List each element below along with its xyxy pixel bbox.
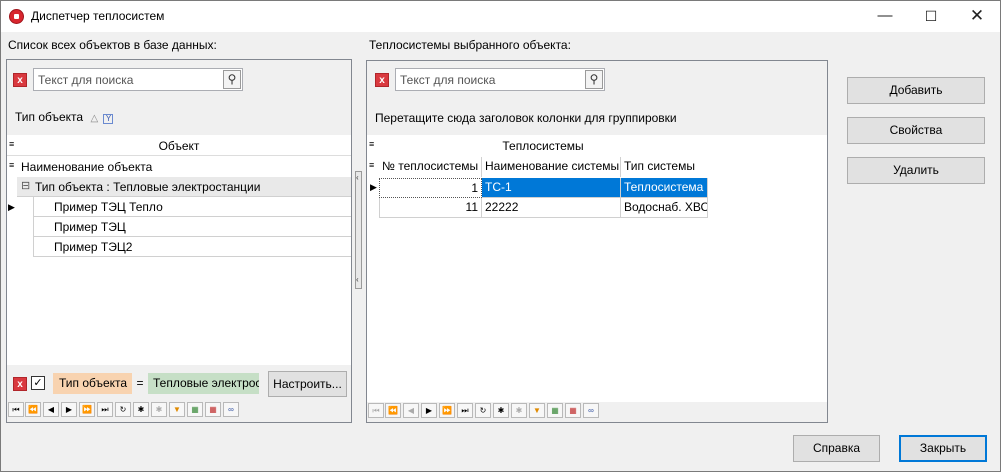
object-band-header[interactable]: ≡ Объект — [7, 136, 351, 156]
search-icon[interactable]: ⚲ — [585, 70, 603, 89]
export-icon[interactable]: ▦ — [547, 403, 563, 418]
list-item[interactable]: Пример ТЭЦ Тепло — [33, 197, 351, 217]
column-header-name[interactable]: Наименование системы — [482, 157, 621, 177]
maximize-icon[interactable]: ☐ — [908, 1, 954, 32]
funnel-icon[interactable]: ▼ — [529, 403, 545, 418]
objects-search-input[interactable]: Текст для поиска ⚲ — [33, 68, 243, 91]
nav-first-icon[interactable]: ⏮ — [8, 402, 24, 417]
search-placeholder: Текст для поиска — [38, 73, 134, 87]
current-row-indicator-icon: ▶ — [370, 182, 377, 192]
collapse-icon[interactable]: ⊟ — [21, 179, 30, 192]
close-button[interactable]: Закрыть — [899, 435, 987, 462]
insert-icon[interactable]: ✱ — [133, 402, 149, 417]
cell-name[interactable]: ТС-1 — [482, 178, 621, 198]
insert-icon[interactable]: ✱ — [493, 403, 509, 418]
objects-panel: x Текст для поиска ⚲ Тип объекта △ Y ≡ О… — [6, 59, 352, 423]
filter-field-chip[interactable]: Тип объекта — [53, 373, 132, 394]
column-header-num[interactable]: № теплосистемы — [379, 157, 482, 177]
nav-prev-icon[interactable]: ◀ — [43, 402, 59, 417]
nav-first-icon[interactable]: ⏮ — [368, 403, 384, 418]
filter-operator[interactable]: = — [135, 373, 145, 394]
cell-num[interactable]: 1 — [379, 178, 482, 198]
group-chip-label: Тип объекта — [15, 110, 84, 124]
group-row[interactable]: ⊟ Тип объекта : Тепловые электростанции — [17, 177, 351, 197]
filter-enabled-checkbox[interactable]: ✓ — [31, 376, 45, 390]
nav-prev-page-icon[interactable]: ⏪ — [385, 403, 401, 418]
binoculars-icon[interactable]: ∞ — [583, 403, 599, 418]
minimize-icon[interactable]: — — [862, 1, 908, 32]
list-item[interactable]: Пример ТЭЦ2 — [33, 237, 351, 257]
left-panel-label: Список всех объектов в базе данных: — [8, 38, 217, 52]
name-column-header[interactable]: ≡ Наименование объекта — [7, 157, 351, 177]
search-icon[interactable]: ⚲ — [223, 70, 241, 89]
search-placeholder: Текст для поиска — [400, 73, 496, 87]
grid-icon[interactable]: ▦ — [205, 402, 221, 417]
arrow-left-icon[interactable]: ‹ — [356, 173, 359, 182]
title-bar: Диспетчер теплосистем — ☐ ✕ — [1, 1, 1000, 32]
clear-search-button[interactable]: x — [375, 73, 389, 87]
column-chooser-icon[interactable]: ≡ — [369, 160, 374, 170]
group-row-label: Тип объекта : Тепловые электростанции — [35, 180, 261, 194]
clear-filter-button[interactable]: x — [13, 377, 27, 391]
funnel-icon[interactable]: ▼ — [169, 402, 185, 417]
nav-last-icon[interactable]: ⏭ — [97, 402, 113, 417]
group-by-hint: Перетащите сюда заголовок колонки для гр… — [375, 111, 677, 125]
cell-num[interactable]: 11 — [379, 198, 482, 218]
splitter-handle[interactable]: ‹ ‹ — [354, 171, 363, 289]
nav-next-page-icon[interactable]: ⏩ — [439, 403, 455, 418]
export-icon[interactable]: ▦ — [187, 402, 203, 417]
delete-button[interactable]: Удалить — [847, 157, 985, 184]
systems-band-header[interactable]: ≡ Теплосистемы — [367, 136, 711, 156]
filter-icon[interactable]: Y — [103, 114, 114, 124]
arrow-left-icon[interactable]: ‹ — [356, 275, 359, 284]
help-button[interactable]: Справка — [793, 435, 880, 462]
nav-last-icon[interactable]: ⏭ — [457, 403, 473, 418]
cell-type[interactable]: Водоснаб. ХВС — [621, 198, 708, 218]
refresh-icon[interactable]: ↻ — [475, 403, 491, 418]
close-window-icon[interactable]: ✕ — [954, 1, 1000, 32]
nav-prev-icon[interactable]: ◀ — [403, 403, 419, 418]
heat-systems-panel: x Текст для поиска ⚲ Перетащите сюда заг… — [366, 60, 828, 423]
column-header-object: Объект — [158, 139, 200, 153]
band-header-label: Теплосистемы — [502, 139, 584, 153]
delete-record-icon[interactable]: ✱ — [511, 403, 527, 418]
nav-next-icon[interactable]: ▶ — [61, 402, 77, 417]
properties-button[interactable]: Свойства — [847, 117, 985, 144]
column-chooser-icon[interactable]: ≡ — [369, 139, 374, 149]
name-column-label: Наименование объекта — [21, 160, 153, 174]
binoculars-icon[interactable]: ∞ — [223, 402, 239, 417]
grid-icon[interactable]: ▦ — [565, 403, 581, 418]
column-chooser-icon[interactable]: ≡ — [9, 160, 14, 170]
delete-record-icon[interactable]: ✱ — [151, 402, 167, 417]
refresh-icon[interactable]: ↻ — [115, 402, 131, 417]
nav-prev-page-icon[interactable]: ⏪ — [25, 402, 41, 417]
systems-search-input[interactable]: Текст для поиска ⚲ — [395, 68, 605, 91]
current-row-indicator-icon: ▶ — [8, 202, 15, 212]
app-icon — [9, 9, 24, 24]
clear-search-button[interactable]: x — [13, 73, 27, 87]
configure-filter-button[interactable]: Настроить... — [268, 371, 347, 397]
column-header-type[interactable]: Тип системы — [621, 157, 708, 177]
systems-column-headers: ≡ № теплосистемы Наименование системы Ти… — [367, 157, 827, 177]
list-item-label: Пример ТЭЦ Тепло — [54, 200, 163, 214]
nav-next-page-icon[interactable]: ⏩ — [79, 402, 95, 417]
list-item[interactable]: Пример ТЭЦ — [33, 217, 351, 237]
cell-type[interactable]: Теплосистема — [621, 178, 708, 198]
add-button[interactable]: Добавить — [847, 77, 985, 104]
main-window: Диспетчер теплосистем — ☐ ✕ Список всех … — [0, 0, 1001, 472]
list-item-label: Пример ТЭЦ — [54, 220, 126, 234]
sort-asc-icon[interactable]: △ — [90, 113, 98, 124]
cell-name[interactable]: 22222 — [482, 198, 621, 218]
filter-value-chip[interactable]: Тепловые электрос — [148, 373, 259, 394]
right-panel-label: Теплосистемы выбранного объекта: — [369, 38, 571, 52]
list-item-label: Пример ТЭЦ2 — [54, 240, 133, 254]
window-title: Диспетчер теплосистем — [31, 9, 165, 23]
nav-next-icon[interactable]: ▶ — [421, 403, 437, 418]
group-chip[interactable]: Тип объекта △ Y — [15, 110, 114, 124]
